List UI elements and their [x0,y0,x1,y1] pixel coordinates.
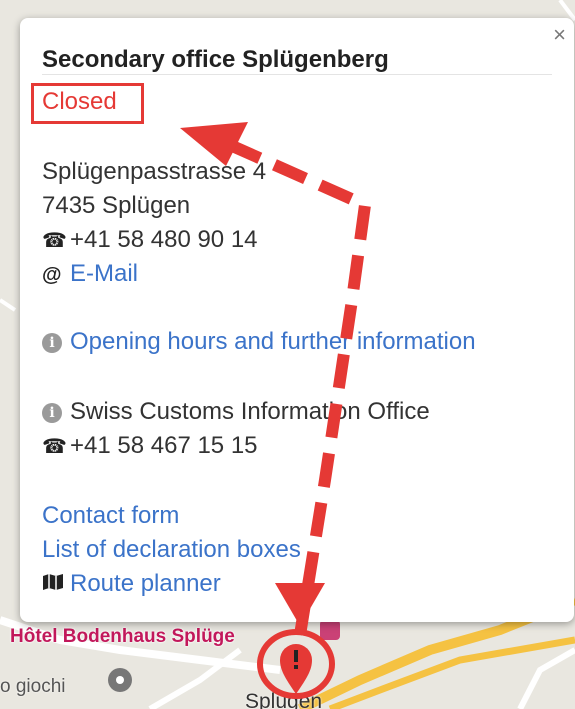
info-office-label: Swiss Customs Information Office [70,398,430,425]
close-button[interactable]: × [553,22,566,48]
info-icon: i [42,333,62,353]
route-planner-row: Route planner [42,570,221,598]
town-label: Splügen [245,690,323,709]
address-street: Splügenpasstrasse 4 [42,158,267,185]
address-city: 7435 Splügen [42,192,191,219]
status-highlight-box [31,83,144,124]
map-icon [42,573,70,597]
opening-hours-row: i Opening hours and further information [42,328,476,356]
title-divider [42,74,552,75]
contact-form-link[interactable]: Contact form [42,502,179,530]
route-planner-link[interactable]: Route planner [70,570,221,597]
phone-icon: ☎ [42,230,67,252]
info-office-row: i Swiss Customs Information Office [42,398,430,426]
phone-number[interactable]: +41 58 480 90 14 [70,226,258,253]
phone-icon: ☎ [42,436,67,458]
email-link[interactable]: E-Mail [70,260,138,287]
opening-hours-link[interactable]: Opening hours and further information [70,328,476,355]
phone-row: ☎ +41 58 480 90 14 [42,226,258,254]
hotel-label[interactable]: Hôtel Bodenhaus Splüge [10,626,235,648]
info-icon: i [42,403,62,423]
poi-label[interactable]: o giochi [0,676,66,698]
email-row: @ E-Mail [42,260,138,288]
declaration-boxes-link[interactable]: List of declaration boxes [42,536,301,564]
info-phone-row: ☎ +41 58 467 15 15 [42,432,258,460]
office-title: Secondary office Splügenberg [42,46,389,73]
info-phone-number[interactable]: +41 58 467 15 15 [70,432,258,459]
at-icon: @ [42,264,62,286]
